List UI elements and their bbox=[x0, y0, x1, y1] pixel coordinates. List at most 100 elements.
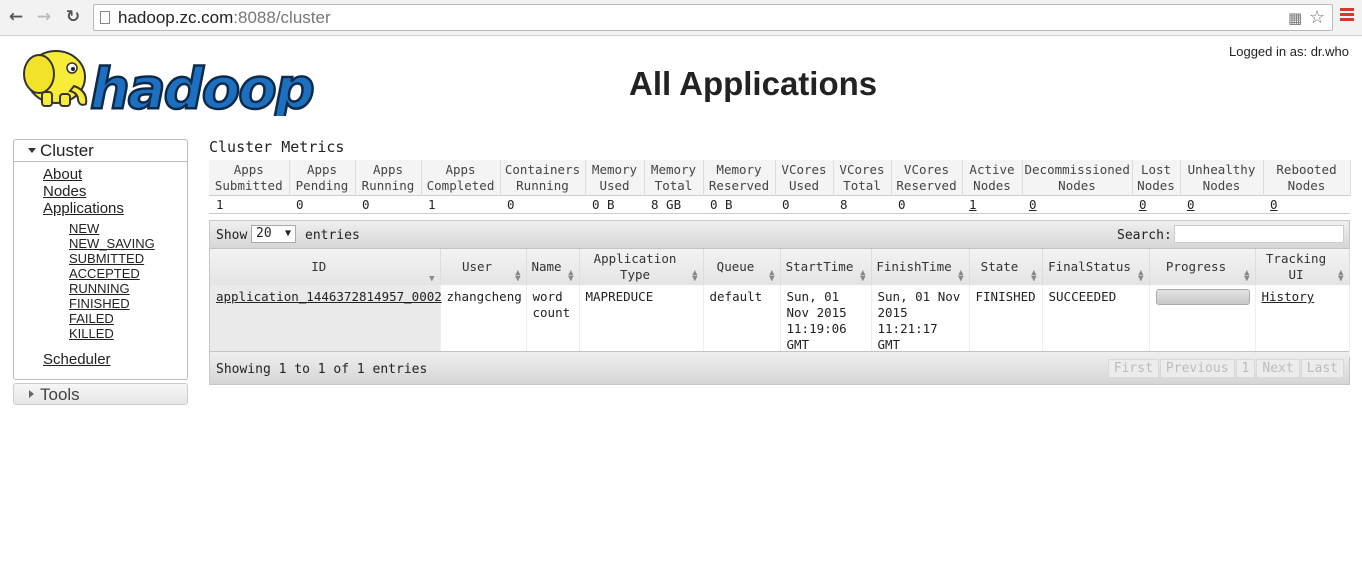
column-header[interactable]: State ▲ ▼ bbox=[969, 249, 1043, 285]
metric-value: 8 GB bbox=[644, 195, 703, 214]
state-link-new-saving[interactable]: NEW_SAVING bbox=[69, 236, 155, 251]
state-link-killed[interactable]: KILLED bbox=[69, 326, 114, 341]
sidebar-item-applications[interactable]: Applications bbox=[43, 200, 124, 217]
cluster-header[interactable]: Cluster bbox=[14, 140, 187, 162]
metric-value: 1 bbox=[209, 195, 289, 214]
column-header-line: User bbox=[461, 259, 493, 274]
metric-header: Containers Running bbox=[500, 160, 586, 196]
menu-icon[interactable] bbox=[1340, 8, 1354, 26]
metric-value[interactable]: 0 bbox=[1180, 195, 1263, 214]
sidebar-item-nodes[interactable]: Nodes bbox=[43, 183, 86, 200]
column-header-line: UI bbox=[1288, 267, 1304, 282]
column-header[interactable]: User ▲ ▼ bbox=[440, 249, 527, 285]
metric-header: Apps Submitted bbox=[209, 160, 290, 196]
search-input[interactable] bbox=[1174, 225, 1344, 243]
column-header-line: Queue bbox=[716, 259, 755, 274]
address-bar[interactable]: hadoop.zc.com:8088/cluster ▦ ☆ bbox=[93, 4, 1333, 31]
metric-header-line: Pending bbox=[295, 177, 349, 193]
metric-header-line: Submitted bbox=[214, 177, 283, 193]
metric-value: 0 bbox=[289, 195, 355, 214]
state-link-running[interactable]: RUNNING bbox=[69, 281, 130, 296]
column-header[interactable]: Tracking UI ▲ ▼ bbox=[1255, 249, 1350, 285]
column-header[interactable]: Name ▲ ▼ bbox=[526, 249, 580, 285]
cell-type: MAPREDUCE bbox=[579, 285, 704, 357]
metric-header-line: Nodes bbox=[973, 177, 1011, 193]
sort-icon: ▲ ▼ bbox=[958, 268, 964, 284]
hadoop-logo[interactable]: hadoop bbox=[14, 44, 314, 116]
sort-desc-icon: ▼ bbox=[429, 274, 435, 284]
state-link-failed[interactable]: FAILED bbox=[69, 311, 114, 326]
metric-header-line: Lost bbox=[1140, 161, 1172, 177]
metric-header-line: Active bbox=[969, 161, 1015, 177]
reload-icon[interactable]: ↻ bbox=[63, 7, 83, 27]
state-link-submitted[interactable]: SUBMITTED bbox=[69, 251, 144, 266]
forward-arrow-icon[interactable]: → bbox=[34, 7, 54, 27]
cell-final-status: SUCCEEDED bbox=[1042, 285, 1150, 357]
column-header-line: StartTime bbox=[785, 259, 854, 274]
column-header[interactable]: Progress ▲ ▼ bbox=[1149, 249, 1256, 285]
metric-header-line: Nodes bbox=[1287, 177, 1326, 193]
browser-toolbar: ← → ↻ hadoop.zc.com:8088/cluster ▦ ☆ bbox=[0, 0, 1362, 36]
tools-header[interactable]: Tools bbox=[14, 384, 187, 405]
previous-button[interactable]: Previous bbox=[1159, 359, 1235, 378]
metric-header-line: Reserved bbox=[708, 177, 770, 193]
metric-header: Apps Running bbox=[355, 160, 422, 196]
column-header[interactable]: StartTime ▲ ▼ bbox=[780, 249, 872, 285]
state-link-finished[interactable]: FINISHED bbox=[69, 296, 130, 311]
page-size-select[interactable]: 20 ▼ bbox=[251, 225, 296, 243]
applications-panel: Show 20 ▼ entries Search: ID ▼ User ▲ ▼ Name ▲ ▼… bbox=[209, 220, 1350, 385]
column-header-line: FinishTime bbox=[876, 259, 952, 274]
sidebar-tools[interactable]: Tools bbox=[13, 383, 188, 405]
metric-header: Lost Nodes bbox=[1132, 160, 1181, 196]
column-header[interactable]: Application Type ▲ ▼ bbox=[579, 249, 704, 285]
metric-header-line: Nodes bbox=[1137, 177, 1175, 193]
cluster-metrics-title: Cluster Metrics bbox=[209, 138, 345, 156]
metric-header-line: Total bbox=[654, 177, 693, 193]
dropdown-arrow-icon: ▼ bbox=[284, 228, 291, 239]
pagination: First Previous 1 Next Last bbox=[1107, 359, 1344, 378]
metric-value: 0 bbox=[355, 195, 421, 214]
application-id-link[interactable]: application_1446372814957_0002 bbox=[216, 289, 442, 304]
column-header[interactable]: Queue ▲ ▼ bbox=[703, 249, 781, 285]
cell-start-time: Sun, 01 Nov 2015 11:19:06 GMT bbox=[780, 285, 872, 357]
metric-value[interactable]: 0 bbox=[1022, 195, 1132, 214]
cell-progress bbox=[1149, 285, 1256, 357]
first-button[interactable]: First bbox=[1107, 359, 1159, 378]
sort-icon: ▲ ▼ bbox=[1031, 268, 1037, 284]
column-header-line: FinalStatus bbox=[1048, 259, 1131, 274]
cell-queue: default bbox=[703, 285, 781, 357]
last-button[interactable]: Last bbox=[1300, 359, 1344, 378]
state-link-accepted[interactable]: ACCEPTED bbox=[69, 266, 140, 281]
metric-header-line: Nodes bbox=[1058, 177, 1096, 193]
entries-label: entries bbox=[305, 228, 360, 243]
column-header-line: Progress bbox=[1165, 259, 1227, 274]
metric-header-line: Rebooted bbox=[1276, 161, 1337, 177]
sidebar-item-about[interactable]: About bbox=[43, 166, 82, 183]
metric-header-line: Running bbox=[516, 177, 569, 193]
metric-header-line: Unhealthy bbox=[1187, 161, 1256, 177]
metric-value[interactable]: 1 bbox=[962, 195, 1022, 214]
sidebar-item-scheduler[interactable]: Scheduler bbox=[43, 351, 111, 368]
star-icon[interactable]: ☆ bbox=[1309, 8, 1325, 28]
metric-header-line: Apps bbox=[372, 161, 404, 177]
metric-header: VCores Reserved bbox=[891, 160, 963, 196]
metric-value[interactable]: 0 bbox=[1132, 195, 1180, 214]
back-arrow-icon[interactable]: ← bbox=[6, 7, 26, 27]
cell-user: zhangcheng bbox=[440, 285, 527, 357]
metric-header-line: Memory bbox=[650, 161, 697, 177]
url-text[interactable]: hadoop.zc.com:8088/cluster bbox=[118, 8, 331, 28]
column-header[interactable]: FinalStatus ▲ ▼ bbox=[1042, 249, 1150, 285]
table-info: Showing 1 to 1 of 1 entries bbox=[216, 362, 428, 377]
column-header[interactable]: FinishTime ▲ ▼ bbox=[871, 249, 970, 285]
metric-header-line: VCores bbox=[903, 161, 950, 177]
state-link-new[interactable]: NEW bbox=[69, 221, 99, 236]
sort-icon: ▲ ▼ bbox=[1138, 268, 1144, 284]
history-link[interactable]: History bbox=[1262, 289, 1315, 304]
metric-header-line: Containers bbox=[504, 161, 581, 177]
metric-value[interactable]: 0 bbox=[1263, 195, 1350, 214]
column-header[interactable]: ID ▼ bbox=[210, 249, 441, 285]
translate-icon[interactable]: ▦ bbox=[1288, 8, 1302, 28]
next-button[interactable]: Next bbox=[1256, 359, 1300, 378]
page-1-button[interactable]: 1 bbox=[1235, 359, 1256, 378]
metric-value: 0 B bbox=[585, 195, 644, 214]
